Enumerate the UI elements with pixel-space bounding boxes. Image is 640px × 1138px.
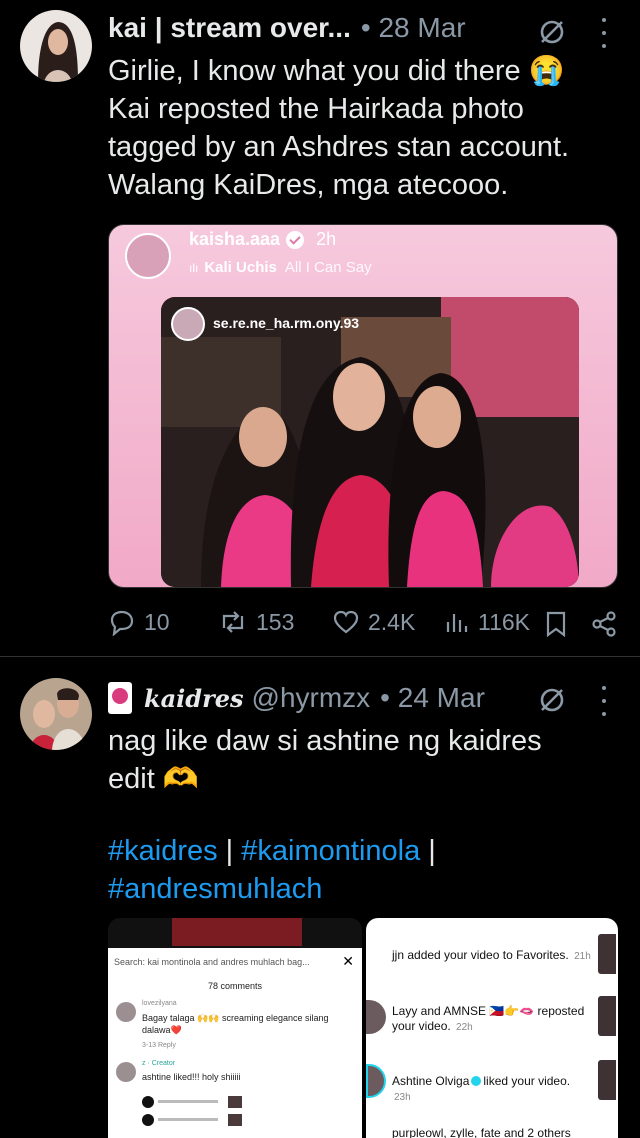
activity-text-body: Layy and AMNSE 🇵🇭👉🫦 reposted your video. (392, 1004, 585, 1033)
views-count: 116K (478, 608, 531, 635)
avatar[interactable] (20, 678, 92, 750)
activity-thumbnail (598, 1060, 616, 1100)
activity-thumbnail (598, 934, 616, 974)
activity-text: purpleowl, zylle, fate and 2 others (392, 1126, 571, 1138)
embed-user-row: kaisha.aaa 2h (189, 229, 336, 250)
like-count: 2.4K (368, 608, 416, 635)
commenter-avatar (116, 1002, 136, 1022)
media-image-right[interactable]: jjn added your video to Favorites. 21h L… (366, 918, 618, 1138)
tweet-date[interactable]: • 24 Mar (380, 682, 485, 714)
tweet-text-line: tagged by an Ashdres stan account. (108, 131, 570, 163)
song-artist: Kali Uchis (204, 259, 277, 276)
tweet-header: kai | stream over... • 28 Mar (108, 12, 466, 44)
activity-user: Ashtine Olviga (392, 1074, 470, 1088)
commenter-name: lovezilyana (142, 1000, 177, 1007)
audio-icon: ılı (189, 260, 199, 275)
tweet-date[interactable]: • 28 Mar (361, 12, 466, 44)
tweet-divider (0, 656, 640, 657)
views-button[interactable]: 116K (444, 608, 530, 636)
tweet-text-line: edit 🫶 (108, 763, 199, 795)
activity-time: 22h (456, 1022, 473, 1033)
share-icon[interactable] (590, 610, 618, 638)
tweet-text-line: Walang KaiDres, mga atecooo. (108, 169, 509, 201)
activity-text: Layy and AMNSE 🇵🇭👉🫦 reposted your video.… (392, 1004, 592, 1035)
comment-text: ashtine liked!!! holy shiiiii (142, 1072, 241, 1082)
comment-meta: 3-13 Reply (142, 1042, 176, 1049)
hashtag-link[interactable]: #kaimontinola (241, 835, 420, 867)
activity-text-body: jjn added your video to Favorites. (392, 948, 569, 962)
tweet-header: kaidres @hyrmzx • 24 Mar (108, 682, 485, 714)
media-card[interactable]: kaisha.aaa 2h ılı Kali Uchis All I Can S… (108, 224, 618, 588)
tweet-date-value[interactable]: 28 Mar (378, 12, 465, 43)
commenter-name: z · Creator (142, 1060, 176, 1067)
repost-icon (222, 611, 244, 633)
reply-preview (142, 1096, 246, 1108)
activity-thumbnail (598, 996, 616, 1036)
hashtag-separator: | (217, 835, 242, 867)
embed-song: ılı Kali Uchis All I Can Say (189, 259, 372, 276)
comment-text: Bagay talaga 🙌🙌 screaming elegance silan… (142, 1013, 329, 1035)
comments-panel: Search: kai montinola and andres muhlach… (108, 948, 362, 1138)
avatar[interactable] (20, 10, 92, 82)
comment-count: 78 comments (207, 981, 263, 991)
author-handle[interactable]: @hyrmzx (252, 682, 371, 714)
activity-avatar (366, 1000, 386, 1034)
joker-card-icon (108, 682, 132, 714)
reply-preview (142, 1114, 246, 1126)
activity-avatar (366, 1064, 386, 1098)
song-title: All I Can Say (284, 259, 372, 276)
hashtag-link[interactable]: #andresmuhlach (108, 873, 322, 905)
photo-tag-avatar (171, 307, 205, 341)
group-photo: se.re.ne_ha.rm.ony.93 (161, 297, 579, 587)
activity-text: Ashtine Olviga liked your video. 23h (392, 1074, 592, 1105)
commenter-avatar (116, 1062, 136, 1082)
repost-count: 153 (256, 608, 295, 635)
hashtag-separator: | (420, 835, 436, 867)
action-bar: 10 153 2.4K 116K (108, 604, 620, 640)
mute-icon[interactable] (538, 686, 566, 714)
tweet-text: nag like daw si ashtine ng kaidres edit … (108, 722, 542, 798)
mute-icon[interactable] (538, 18, 566, 46)
repost-button[interactable]: 153 (218, 608, 294, 636)
photo-tag: se.re.ne_ha.rm.ony.93 (213, 315, 360, 331)
hashtags: #kaidres | #kaimontinola | #andresmuhlac… (108, 832, 436, 908)
reply-icon (110, 610, 134, 636)
verified-icon (471, 1076, 482, 1086)
verified-icon (286, 230, 305, 249)
tweet-text-line: Kai reposted the Hairkada photo (108, 93, 524, 125)
embed-username: kaisha.aaa (189, 229, 281, 249)
author-name[interactable]: kaidres (144, 684, 244, 713)
reply-button[interactable]: 10 (108, 608, 170, 636)
hashtag-link[interactable]: #kaidres (108, 835, 218, 867)
comment-search: Search: kai montinola and andres muhlach… (114, 957, 310, 967)
tweet-text: Girlie, I know what you did there 😭 Kai … (108, 52, 569, 204)
activity-text-body: liked your video. (483, 1074, 571, 1088)
embed-avatar (125, 233, 171, 279)
tweet-text-line: nag like daw si ashtine ng kaidres (108, 725, 542, 757)
activity-time: 21h (574, 951, 591, 962)
media-image-left[interactable]: Search: kai montinola and andres muhlach… (108, 918, 362, 1138)
author-name[interactable]: kai | stream over... (108, 12, 351, 44)
activity-time: 23h (394, 1092, 411, 1103)
tweet-text-line: Girlie, I know what you did there 😭 (108, 55, 565, 87)
embed-time: 2h (316, 229, 337, 249)
video-thumbnail (172, 918, 302, 946)
reply-count: 10 (144, 608, 170, 635)
more-options-icon[interactable] (600, 686, 608, 716)
bookmark-icon[interactable] (544, 610, 568, 638)
close-icon: ✕ (342, 953, 354, 969)
heart-icon (333, 610, 359, 634)
views-icon (446, 614, 468, 632)
like-button[interactable]: 2.4K (332, 608, 415, 636)
activity-text: jjn added your video to Favorites. 21h (392, 948, 592, 964)
more-options-icon[interactable] (600, 18, 608, 48)
